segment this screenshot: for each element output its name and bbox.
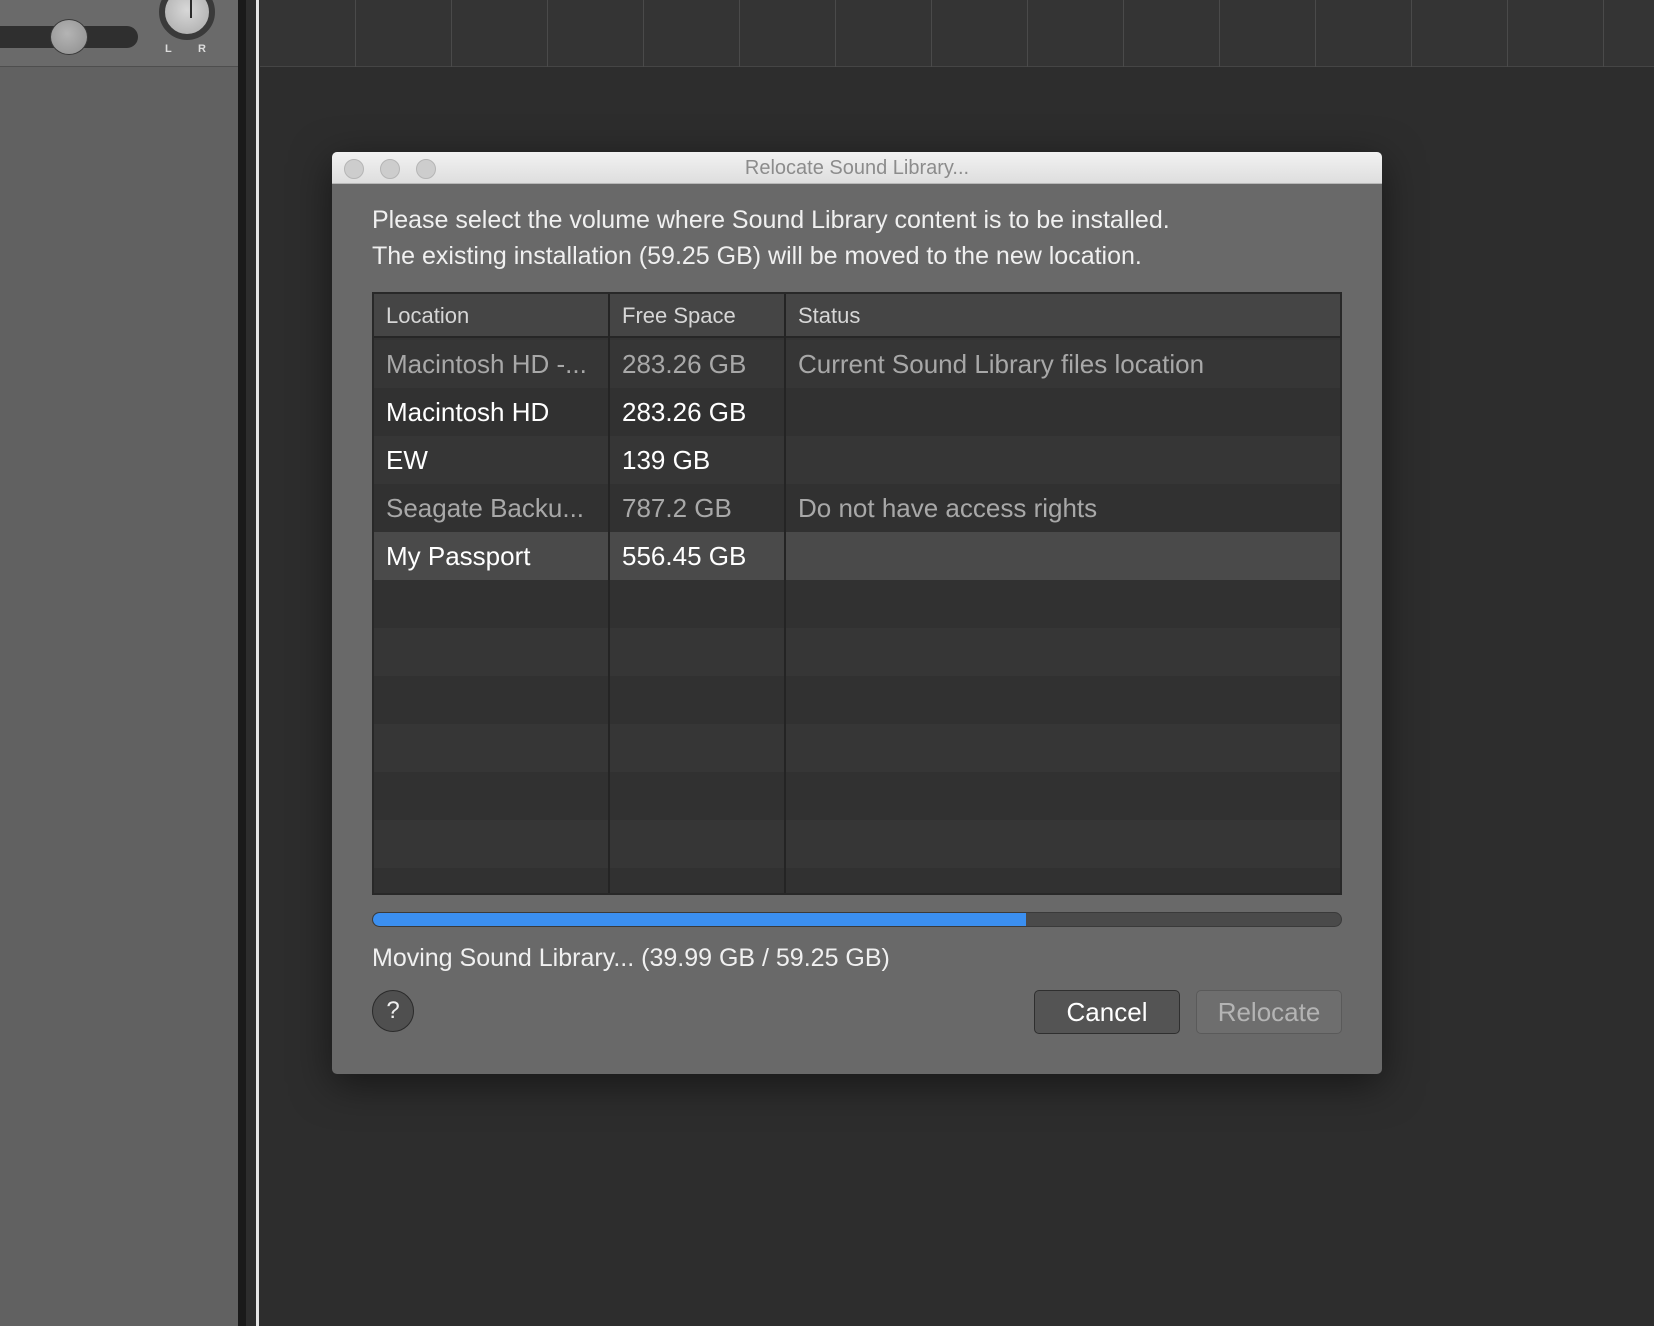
free-space-cell: 787.2 GB <box>622 493 732 523</box>
timeline-tick <box>1027 0 1028 67</box>
empty-table-row <box>374 676 1340 724</box>
empty-table-row <box>374 628 1340 676</box>
dialog-message: Please select the volume where Sound Lib… <box>372 202 1170 274</box>
column-separator <box>784 294 786 893</box>
column-header-location[interactable]: Location <box>386 294 469 338</box>
table-row[interactable]: Seagate Backu... 787.2 GB Do not have acce… <box>374 484 1340 532</box>
relocate-button[interactable]: Relocate <box>1196 990 1342 1034</box>
free-space-cell: 283.26 GB <box>622 349 747 379</box>
free-space-cell: 139 GB <box>622 445 711 475</box>
table-row[interactable]: EW 139 GB <box>374 436 1340 484</box>
table-body: Macintosh HD -... 283.26 GB Current Sound … <box>374 340 1340 893</box>
mixer-channel-strip: L R <box>0 0 238 1326</box>
pan-knob-indicator <box>190 0 192 18</box>
location-cell: Seagate Backu... <box>386 493 585 523</box>
location-cell: Macintosh HD -... <box>386 349 587 379</box>
free-space-cell: 556.45 GB <box>622 541 747 571</box>
column-header-free-space[interactable]: Free Space <box>622 294 736 338</box>
timeline-tick <box>835 0 836 67</box>
pan-right-label: R <box>198 43 206 55</box>
message-line-2: The existing installation (59.25 GB) wil… <box>372 242 1142 270</box>
cancel-button[interactable]: Cancel <box>1034 990 1180 1034</box>
location-cell: EW <box>386 445 428 475</box>
help-button[interactable]: ? <box>372 990 414 1032</box>
timeline-tick <box>1123 0 1124 67</box>
playhead-line[interactable] <box>256 0 259 1326</box>
panel-divider <box>238 0 246 1326</box>
timeline-tick <box>1603 0 1604 67</box>
table-row[interactable]: Macintosh HD 283.26 GB <box>374 388 1340 436</box>
status-cell: Do not have access rights <box>798 493 1098 523</box>
timeline-tick <box>1411 0 1412 67</box>
mixer-header: L R <box>0 0 238 67</box>
status-cell: Current Sound Library files location <box>798 349 1205 379</box>
column-header-status[interactable]: Status <box>798 294 860 338</box>
timeline-ruler[interactable] <box>260 0 1654 67</box>
volume-fader-thumb[interactable] <box>50 19 88 55</box>
free-space-cell: 283.26 GB <box>622 397 747 427</box>
location-cell: Macintosh HD <box>386 397 550 427</box>
app-window: L R Relocate Sound Library... Please sel… <box>0 0 1654 1326</box>
pan-knob[interactable] <box>159 0 215 40</box>
timeline-tick <box>931 0 932 67</box>
empty-table-row <box>374 820 1340 868</box>
table-header: Location Free Space Status <box>374 294 1340 338</box>
empty-table-row <box>374 868 1340 893</box>
timeline-tick <box>1219 0 1220 67</box>
pan-left-label: L <box>165 43 172 55</box>
timeline-tick <box>1507 0 1508 67</box>
message-line-1: Please select the volume where Sound Lib… <box>372 206 1170 234</box>
progress-fill <box>373 913 1027 926</box>
empty-table-row <box>374 772 1340 820</box>
timeline-tick <box>547 0 548 67</box>
location-cell: My Passport <box>386 541 531 571</box>
move-progress-bar <box>372 912 1342 927</box>
timeline-tick <box>451 0 452 67</box>
dialog-titlebar[interactable]: Relocate Sound Library... <box>332 152 1382 184</box>
timeline-tick <box>643 0 644 67</box>
volume-table: Location Free Space Status Macintosh HD … <box>372 292 1342 895</box>
empty-table-row <box>374 580 1340 628</box>
timeline-tick <box>355 0 356 67</box>
table-row[interactable]: My Passport 556.45 GB <box>374 532 1340 580</box>
dialog-title: Relocate Sound Library... <box>744 157 970 179</box>
empty-table-row <box>374 724 1340 772</box>
timeline-tick <box>1315 0 1316 67</box>
table-row[interactable]: Macintosh HD -... 283.26 GB Current Sound … <box>374 340 1340 388</box>
progress-status-text: Moving Sound Library... (39.99 GB / 59.2… <box>372 944 890 972</box>
relocate-dialog: Relocate Sound Library... Please select … <box>332 152 1382 1074</box>
column-separator <box>608 294 610 893</box>
timeline-tick <box>739 0 740 67</box>
